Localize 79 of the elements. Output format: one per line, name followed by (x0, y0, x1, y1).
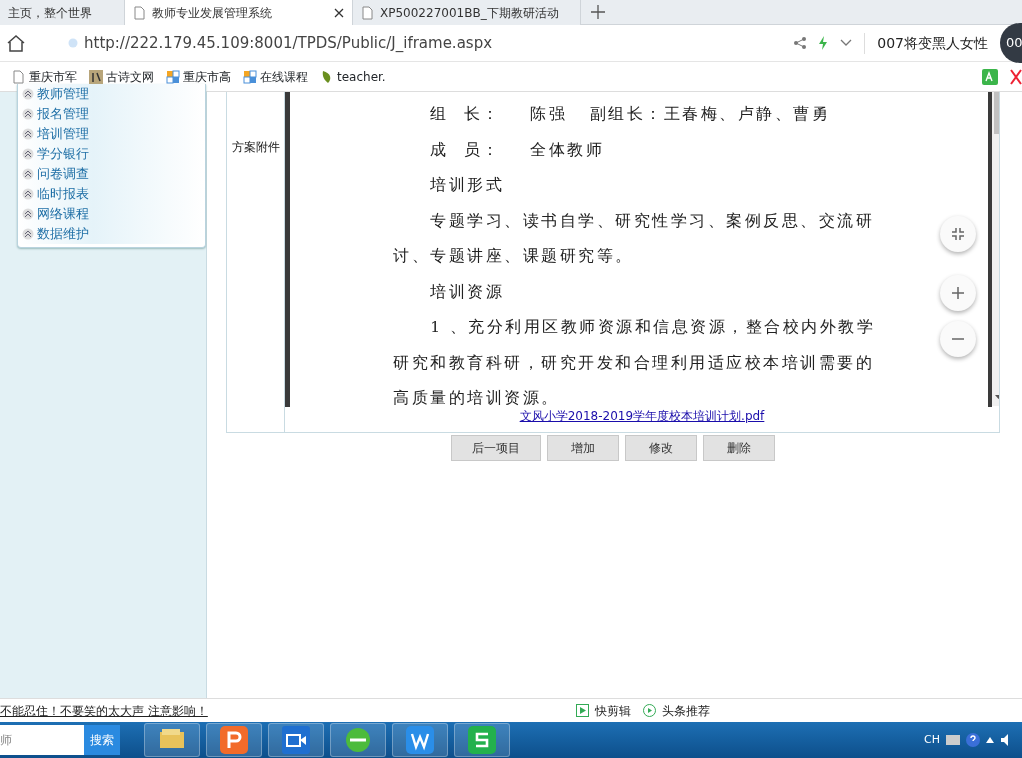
user-name[interactable]: 007将变黑人女性 (864, 32, 988, 54)
chevron-up-icon (22, 128, 34, 140)
url-field[interactable]: http://222.179.45.109:8001/TPDS/Public/J_iframe.aspx (84, 31, 493, 55)
browser-tab[interactable]: XP500227001BB_下期教研活动 (353, 0, 581, 25)
page-icon (133, 5, 146, 20)
chevron-up-icon (22, 148, 34, 160)
scissors-icon (1010, 68, 1022, 85)
plus-icon (952, 287, 965, 299)
document-paragraph: 成 员： 全体教师 (429, 139, 606, 161)
bookmark-link[interactable]: 在线课程 (243, 67, 308, 86)
page-icon (361, 5, 374, 20)
home-button[interactable] (6, 33, 26, 53)
taskbar-app-button[interactable] (392, 723, 448, 757)
bookmark-link[interactable]: 重庆市高 (166, 67, 231, 86)
chevron-up-icon (22, 188, 34, 200)
w-logo-icon (406, 726, 434, 754)
status-item[interactable]: 头条推荐 (643, 701, 710, 720)
app-icon (243, 69, 257, 84)
menu-item[interactable]: 培训管理 (18, 124, 205, 144)
chevron-up-icon (22, 88, 34, 100)
search-button[interactable]: 搜索 (84, 725, 120, 755)
browser-tab[interactable]: 教师专业发展管理系统 (125, 0, 353, 25)
triangle-up-icon (986, 737, 994, 743)
status-message: 不能忍住！不要笑的太大声 注意影响！ (0, 702, 208, 720)
menu-item[interactable]: 报名管理 (18, 104, 205, 124)
home-icon (6, 34, 26, 53)
taskbar-app-button[interactable] (268, 723, 324, 757)
document-paragraph: 培训资源 (429, 281, 506, 303)
menu-item[interactable]: 临时报表 (18, 184, 205, 204)
document-paragraph: 1 、充分利用区教师资源和信息资源，整合校内外教学研究和教育科研，研究开发和合理利用适应校本培训需要的高质量的培训资源。 (393, 317, 877, 407)
action-button[interactable]: 删除 (703, 435, 775, 461)
action-button[interactable]: 增加 (547, 435, 619, 461)
field-label: 方案附件 (231, 139, 280, 156)
action-button[interactable]: 后一项目 (451, 435, 541, 461)
keyboard-icon (946, 735, 960, 745)
avatar[interactable]: 00 (1000, 23, 1022, 63)
share-icon (794, 37, 807, 49)
document-paragraph: 专题学习、读书自学、研究性学习、案例反思、交流研讨、专题讲座、课题研究等。 (393, 210, 876, 267)
menu-item[interactable]: 问卷调查 (18, 164, 205, 184)
play-square-icon (576, 704, 589, 717)
scrollbar[interactable] (992, 92, 999, 406)
file-link[interactable]: 文风小学2018-2019学年度校本培训计划.pdf (519, 408, 765, 423)
search-field[interactable]: 师 搜索 (0, 725, 120, 755)
browser-tab[interactable]: 主页，整个世界 (0, 0, 125, 25)
video-camera-icon (282, 726, 310, 754)
fit-page-button[interactable] (940, 216, 977, 252)
p-logo-icon (220, 726, 248, 754)
chevron-up-icon (22, 208, 34, 220)
action-button[interactable]: 修改 (625, 435, 697, 461)
chevron-up-icon (22, 108, 34, 120)
chevron-up-icon (22, 228, 34, 240)
menu-item[interactable]: 数据维护 (18, 224, 205, 244)
chevron-icon (840, 39, 853, 47)
status-item[interactable]: 快剪辑 (576, 701, 631, 720)
close-icon (334, 7, 344, 18)
document-paragraph: 培训形式 (429, 175, 506, 196)
chevron-up-icon (22, 168, 34, 180)
help-icon (966, 733, 980, 747)
translate-icon (982, 68, 998, 85)
menu-item[interactable]: 学分银行 (18, 144, 205, 164)
taskbar-app-button[interactable] (454, 723, 510, 757)
collapse-icon (952, 228, 965, 240)
app-icon (166, 69, 180, 84)
taskbar-app-button[interactable] (330, 723, 386, 757)
language-indicator[interactable]: CH (924, 731, 940, 749)
zoom-in-button[interactable] (940, 275, 977, 311)
s-logo-icon (468, 726, 496, 754)
document-paragraph: 组 长： 陈强 副组长：王春梅、卢静、曹勇 (429, 104, 832, 125)
menu-item[interactable]: 网络课程 (18, 204, 205, 224)
play-circle-icon (643, 704, 656, 717)
bookmark-link[interactable]: 古诗文网 (89, 67, 154, 86)
plus-icon (591, 5, 605, 19)
taskbar-app-button[interactable] (144, 723, 200, 757)
lightning-icon (818, 36, 829, 50)
minus-icon (952, 338, 965, 340)
bookmark-link[interactable]: 重庆市军 (12, 67, 77, 86)
menu-item[interactable]: 教师管理 (18, 84, 205, 104)
bookmark-link[interactable]: teacher. (320, 67, 386, 86)
taskbar-app-button[interactable] (206, 723, 262, 757)
